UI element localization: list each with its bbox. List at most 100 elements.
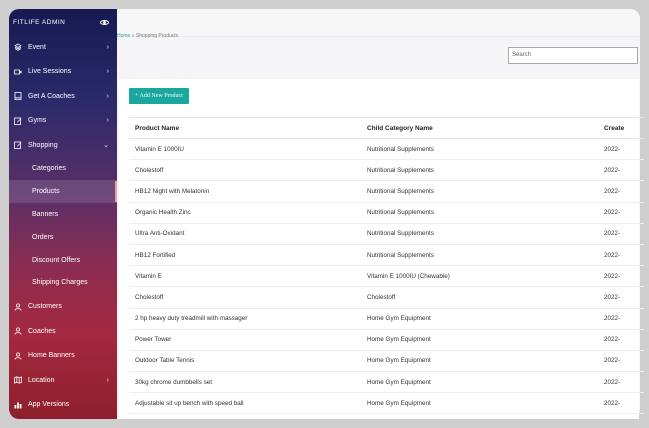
add-product-button[interactable]: + Add New Product <box>129 88 189 104</box>
cell-category: Home Gym Equipment <box>367 392 604 415</box>
user-icon <box>14 303 22 311</box>
tablet-icon <box>14 92 22 101</box>
brand-header: FITLIFE ADMIN <box>9 9 117 35</box>
sidebar-item-get-a-coaches[interactable]: Get A Coaches › <box>9 84 117 109</box>
products-card: + Add New Product Product Name Child Cat… <box>119 79 644 419</box>
edit-icon <box>14 117 22 125</box>
cell-created: 2022- <box>604 244 644 267</box>
cell-product-name: HB12 Fortified <box>129 244 367 267</box>
sidebar-item-label: Event <box>28 43 46 51</box>
cell-created: 2022- <box>604 308 644 330</box>
edit-icon <box>14 141 22 150</box>
cell-created: 2022- <box>604 265 644 288</box>
cell-created: 2022- <box>604 286 644 309</box>
app-title: FITLIFE ADMIN <box>13 18 66 26</box>
sidebar-item-label: App Versions <box>28 401 70 409</box>
cell-product-name: Cholestoff <box>129 159 367 182</box>
cell-product-name: 30kg chrome dumbbells set <box>129 371 367 394</box>
table-row[interactable]: 30kg chrome dumbbells set Home Gym Equipm… <box>129 371 644 394</box>
table-row[interactable]: HB12 Night with Melatonin Nutritional Sup… <box>129 180 644 203</box>
table-row[interactable]: Vitamin E Vitamin E 1000IU (Chewable) 2022… <box>129 265 644 288</box>
cell-product-name: Ultra Anti-Oxidant <box>129 223 367 245</box>
chevron-down-icon: ⌄ <box>103 142 109 150</box>
cell-created: 2022- <box>604 159 644 182</box>
cell-category: Nutritional Supplements <box>367 223 604 245</box>
sidebar-item-home-banners[interactable]: Home Banners <box>9 343 117 368</box>
column-header-created[interactable]: Create <box>604 117 644 139</box>
sidebar-subitem-products[interactable]: Products <box>9 180 117 204</box>
sidebar-subitem-shipping-charges[interactable]: Shipping Charges <box>9 271 117 294</box>
cell-created: 2022- <box>604 138 644 161</box>
sidebar-item-live-sessions[interactable]: Live Sessions › <box>9 60 117 85</box>
top-bar <box>117 9 640 37</box>
table-row[interactable]: Ultra Anti-Oxidant Nutritional Supplement… <box>129 223 644 245</box>
sidebar-item-label: Customers <box>28 303 62 311</box>
table-row[interactable]: Power Tower Home Gym Equipment 2022- <box>129 329 644 351</box>
table-header-row: Product Name Child Category Name Create <box>129 117 644 139</box>
cell-created: 2022- <box>604 202 644 224</box>
column-header-product-name[interactable]: Product Name <box>129 117 367 139</box>
products-table: Product Name Child Category Name Create … <box>129 117 644 415</box>
cell-category: Nutritional Supplements <box>367 180 604 203</box>
sidebar-item-event[interactable]: Event › <box>9 35 117 60</box>
cell-category: Cholestoff <box>367 286 604 309</box>
breadcrumb-separator: » <box>131 33 135 39</box>
search-input[interactable]: Search <box>508 47 638 64</box>
table-row[interactable]: HB12 Fortified Nutritional Supplements 202… <box>129 244 644 267</box>
cell-product-name: HB12 Night with Melatonin <box>129 180 367 203</box>
cell-product-name: 2 hp heavy duty treadmill with massager <box>129 308 367 330</box>
sidebar-item-label: Location <box>28 376 55 384</box>
video-icon <box>14 68 22 76</box>
sidebar-subitem-banners[interactable]: Banners <box>9 203 117 226</box>
cell-created: 2022- <box>604 350 644 373</box>
cell-category: Vitamin E 1000IU (Chewable) <box>367 265 604 288</box>
map-icon <box>14 376 22 384</box>
sidebar-subitem-discount-offers[interactable]: Discount Offers <box>9 249 117 272</box>
cell-category: Nutritional Supplements <box>367 202 604 224</box>
cell-category: Home Gym Equipment <box>367 371 604 394</box>
cell-created: 2022- <box>604 180 644 203</box>
cell-created: 2022- <box>604 371 644 394</box>
sidebar-item-location[interactable]: Location › <box>9 368 117 393</box>
sidebar-item-label: Shopping <box>28 141 58 149</box>
table-row[interactable]: Cholestoff Nutritional Supplements 2022- <box>129 159 644 182</box>
table-row[interactable]: 2 hp heavy duty treadmill with massager H… <box>129 308 644 330</box>
sidebar-item-label: Coaches <box>28 327 56 335</box>
sidebar-item-customers[interactable]: Customers <box>9 294 117 319</box>
breadcrumb: Home » Shopping Products <box>117 33 178 39</box>
sidebar-item-label: Live Sessions <box>28 68 72 76</box>
sidebar-subitem-categories[interactable]: Categories <box>9 158 117 181</box>
cell-category: Home Gym Equipment <box>367 329 604 351</box>
breadcrumb-current: Shopping Products <box>135 33 179 39</box>
sidebar-item-app-versions[interactable]: App Versions <box>9 392 117 417</box>
user-icon <box>14 327 22 335</box>
cell-category: Nutritional Supplements <box>367 244 604 267</box>
products-table-body: Vitamin E 1000IU Nutritional Supplements 2… <box>129 138 644 415</box>
table-row[interactable]: Cholestoff Cholestoff 2022- <box>129 286 644 309</box>
sidebar-item-shopping[interactable]: Shopping ⌄ <box>9 133 117 158</box>
table-row[interactable]: Organic Health Zinc Nutritional Supplemen… <box>129 202 644 224</box>
cell-category: Home Gym Equipment <box>367 350 604 373</box>
column-header-child-category[interactable]: Child Category Name <box>367 117 604 139</box>
sidebar-nav: Event › Live Sessions › Get A Coaches › <box>9 35 117 417</box>
table-row[interactable]: Outdoor Table Tennis Home Gym Equipment 20… <box>129 350 644 373</box>
sidebar-item-label: Get A Coaches <box>28 92 75 100</box>
table-row[interactable]: Vitamin E 1000IU Nutritional Supplements 2… <box>129 138 644 161</box>
cell-created: 2022- <box>604 223 644 245</box>
chevron-right-icon: › <box>106 92 109 100</box>
cell-category: Home Gym Equipment <box>367 308 604 330</box>
cell-product-name: Adjustable sit up bench with speed ball <box>129 392 367 415</box>
sidebar-subitem-orders[interactable]: Orders <box>9 226 117 249</box>
cell-category: Nutritional Supplements <box>367 138 604 161</box>
chevron-right-icon: › <box>106 117 109 125</box>
eye-toggle-icon[interactable] <box>100 19 109 25</box>
chevron-right-icon: › <box>106 376 109 384</box>
table-row[interactable]: Adjustable sit up bench with speed ball H… <box>129 392 644 415</box>
chevron-right-icon: › <box>106 68 109 76</box>
cell-product-name: Vitamin E <box>129 265 367 288</box>
breadcrumb-home-link[interactable]: Home <box>117 33 130 39</box>
user-icon <box>14 352 22 360</box>
sidebar-item-coaches[interactable]: Coaches <box>9 319 117 344</box>
sidebar: FITLIFE ADMIN Event › Live Sessions › Ge… <box>9 9 117 419</box>
sidebar-item-gyms[interactable]: Gyms › <box>9 109 117 134</box>
